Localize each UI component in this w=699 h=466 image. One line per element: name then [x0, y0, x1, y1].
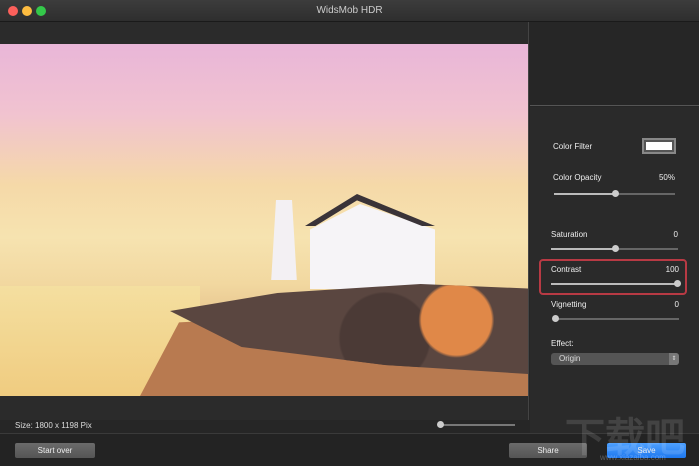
- slider-knob[interactable]: [552, 315, 559, 322]
- photo-lighthouse: [271, 200, 297, 280]
- contrast-slider[interactable]: [551, 280, 681, 287]
- photo-preview: [0, 44, 528, 396]
- title-bar: WidsMob HDR: [0, 0, 699, 22]
- saturation-value: 0: [673, 230, 678, 239]
- stepper-arrows-icon: ⇕: [669, 353, 679, 365]
- effect-select[interactable]: Origin ⇕: [551, 353, 679, 365]
- slider-knob[interactable]: [611, 190, 619, 197]
- image-size-label: Size: 1800 x 1198 Pix: [15, 421, 92, 430]
- color-opacity-slider[interactable]: [554, 190, 675, 197]
- color-filter-swatch[interactable]: [642, 138, 676, 154]
- vignetting-label: Vignetting: [551, 300, 587, 309]
- saturation-slider[interactable]: [551, 245, 678, 252]
- contrast-label: Contrast: [551, 265, 582, 274]
- vignetting-value: 0: [674, 300, 679, 309]
- start-over-button[interactable]: Start over: [15, 443, 95, 458]
- color-opacity-value: 50%: [658, 173, 675, 182]
- watermark-url: www.xiazaiba.com: [600, 453, 666, 462]
- color-filter-label: Color Filter: [553, 142, 593, 151]
- zoom-slider[interactable]: [437, 421, 515, 428]
- effect-label: Effect:: [551, 339, 574, 348]
- slider-knob[interactable]: [674, 280, 681, 287]
- histogram: [530, 22, 699, 106]
- slider-knob[interactable]: [611, 245, 619, 252]
- contrast-value: 100: [665, 265, 679, 274]
- window-title: WidsMob HDR: [316, 5, 383, 16]
- zoom-slider-knob[interactable]: [437, 421, 444, 428]
- effect-selected: Origin: [559, 354, 581, 363]
- color-opacity-label: Color Opacity: [553, 173, 602, 182]
- saturation-label: Saturation: [551, 230, 588, 239]
- vignetting-slider[interactable]: [552, 315, 679, 322]
